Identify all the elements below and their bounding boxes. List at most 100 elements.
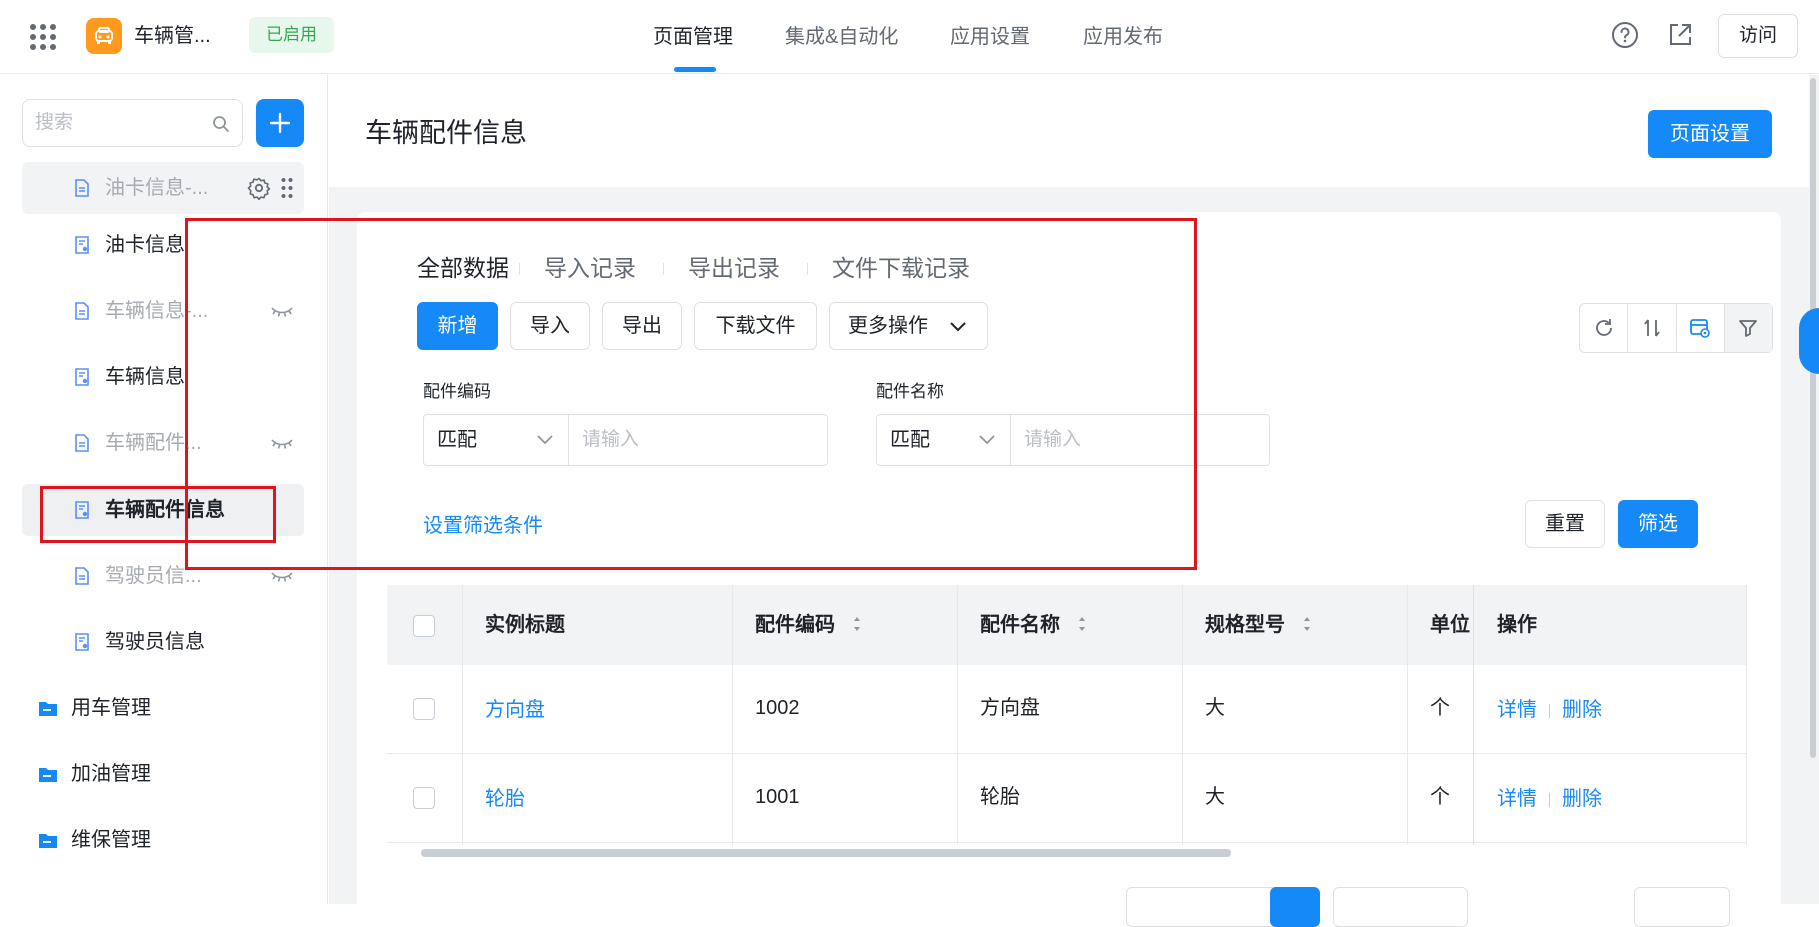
reset-button[interactable]: 重置 — [1525, 500, 1605, 548]
app-grid-icon[interactable] — [30, 24, 56, 50]
tab-app-settings[interactable]: 应用设置 — [950, 20, 1030, 54]
row-checkbox[interactable] — [413, 698, 435, 720]
column-header-label: 规格型号 — [1205, 614, 1285, 636]
form-icon — [75, 368, 89, 386]
delete-link[interactable]: 删除 — [1562, 788, 1602, 810]
row-part-code: 1001 — [755, 786, 800, 808]
column-divider — [1182, 585, 1183, 845]
main-content: 车辆配件信息 页面设置 全部数据 导入记录 导出记录 文件下载记录 新增 导入 … — [185, 75, 1819, 927]
sidebar-folder-label: 用车管理 — [71, 697, 151, 719]
column-header-spec[interactable]: 规格型号 — [1205, 585, 1311, 665]
column-divider — [1746, 585, 1747, 845]
filter-button[interactable]: 筛选 — [1618, 500, 1698, 548]
form-icon — [75, 633, 89, 651]
sidebar-item-label: 油卡信息-... — [105, 177, 209, 199]
add-page-button[interactable] — [256, 99, 304, 147]
page-size-select[interactable] — [1634, 887, 1730, 927]
detail-link[interactable]: 详情 — [1497, 788, 1537, 810]
row-checkbox[interactable] — [413, 787, 435, 809]
vertical-scrollbar[interactable] — [1810, 78, 1816, 758]
page-title: 车辆配件信息 — [365, 118, 527, 148]
search-input[interactable] — [35, 110, 205, 136]
column-header-label: 配件编码 — [755, 614, 835, 636]
pager-prev-button[interactable] — [1126, 887, 1286, 927]
app-logo-icon — [86, 18, 122, 54]
tab-page-management[interactable]: 页面管理 — [653, 20, 733, 54]
gear-icon[interactable] — [247, 176, 271, 200]
sidebar-folder-maintenance[interactable]: 维保管理 — [22, 814, 304, 866]
hidden-eye-icon — [271, 572, 293, 582]
tab-integration-automation[interactable]: 集成&自动化 — [785, 20, 898, 54]
sidebar-folder-car-usage[interactable]: 用车管理 — [22, 682, 304, 734]
row-part-code: 1002 — [755, 697, 800, 719]
folder-icon — [39, 768, 57, 782]
column-divider — [732, 585, 733, 845]
row-part-name: 方向盘 — [980, 697, 1040, 719]
page-icon — [75, 179, 89, 197]
page-icon — [75, 434, 89, 452]
action-divider — [1549, 792, 1550, 807]
row-part-name: 轮胎 — [980, 786, 1020, 808]
sidebar-folder-label: 维保管理 — [71, 829, 151, 851]
pager-current-page[interactable] — [1270, 887, 1320, 927]
app-name[interactable]: 车辆管... — [134, 22, 211, 50]
column-header-part-code[interactable]: 配件编码 — [755, 585, 861, 665]
refresh-icon[interactable] — [1580, 304, 1629, 352]
column-header-actions: 操作 — [1497, 614, 1537, 636]
column-header-label: 配件名称 — [980, 614, 1060, 636]
folder-icon — [39, 834, 57, 848]
row-spec: 大 — [1205, 697, 1225, 719]
sidebar-item-label: 油卡信息 — [105, 234, 185, 256]
drag-handle-icon[interactable] — [280, 176, 294, 200]
column-header-unit: 单位 — [1430, 614, 1470, 636]
column-header-title: 实例标题 — [485, 614, 565, 636]
floating-assistant-button[interactable] — [1799, 308, 1819, 374]
column-divider — [1407, 585, 1408, 845]
sidebar-item-driver-info[interactable]: 驾驶员信息 — [22, 616, 304, 668]
sidebar-folder-refueling[interactable]: 加油管理 — [22, 748, 304, 800]
status-badge: 已启用 — [249, 17, 334, 53]
help-icon[interactable] — [1611, 21, 1639, 49]
horizontal-scrollbar[interactable] — [421, 849, 1231, 857]
delete-link[interactable]: 删除 — [1562, 699, 1602, 721]
detail-link[interactable]: 详情 — [1497, 699, 1537, 721]
sort-icon[interactable] — [1628, 304, 1677, 352]
filter-icon[interactable] — [1724, 304, 1772, 352]
page-header: 车辆配件信息 页面设置 — [329, 75, 1809, 187]
page-settings-button[interactable]: 页面设置 — [1648, 110, 1772, 158]
plus-icon — [269, 112, 291, 134]
sort-caret-icon — [1078, 616, 1085, 631]
sidebar-item-label: 车辆信息 — [105, 366, 185, 388]
table-tools-group — [1579, 303, 1773, 353]
page-icon — [75, 302, 89, 320]
sort-caret-icon — [1303, 616, 1310, 631]
column-settings-icon[interactable] — [1677, 304, 1725, 352]
column-divider — [957, 585, 958, 845]
tab-app-publish[interactable]: 应用发布 — [1083, 20, 1163, 54]
folder-icon — [39, 702, 57, 716]
row-title-link[interactable]: 轮胎 — [485, 754, 525, 844]
sidebar-folder-label: 加油管理 — [71, 763, 151, 785]
sidebar-item-label: 驾驶员信息 — [105, 631, 205, 653]
active-tab-indicator — [674, 67, 716, 72]
column-header-part-name[interactable]: 配件名称 — [980, 585, 1086, 665]
page-icon — [75, 567, 89, 585]
row-actions: 详情 删除 — [1497, 754, 1602, 844]
visit-button[interactable]: 访问 — [1718, 14, 1798, 58]
pager-next-button[interactable] — [1333, 887, 1468, 927]
top-bar: 车辆管... 已启用 页面管理 集成&自动化 应用设置 应用发布 访问 — [0, 0, 1819, 74]
data-card: 全部数据 导入记录 导出记录 文件下载记录 新增 导入 导出 下载文件 更多操作… — [185, 212, 1781, 912]
row-unit: 个 — [1430, 697, 1450, 719]
sort-caret-icon — [853, 616, 860, 631]
sidebar-search[interactable] — [22, 99, 243, 147]
row-title-link[interactable]: 方向盘 — [485, 665, 545, 755]
search-icon — [213, 116, 229, 132]
open-external-icon[interactable] — [1666, 21, 1694, 49]
row-spec: 大 — [1205, 786, 1225, 808]
action-divider — [1549, 703, 1550, 718]
row-actions: 详情 删除 — [1497, 665, 1602, 755]
select-all-checkbox[interactable] — [413, 615, 435, 637]
sidebar-item-fuel-card-info-page[interactable]: 油卡信息-... — [22, 162, 304, 214]
column-divider — [462, 585, 463, 845]
fixed-column-divider — [1473, 585, 1474, 845]
